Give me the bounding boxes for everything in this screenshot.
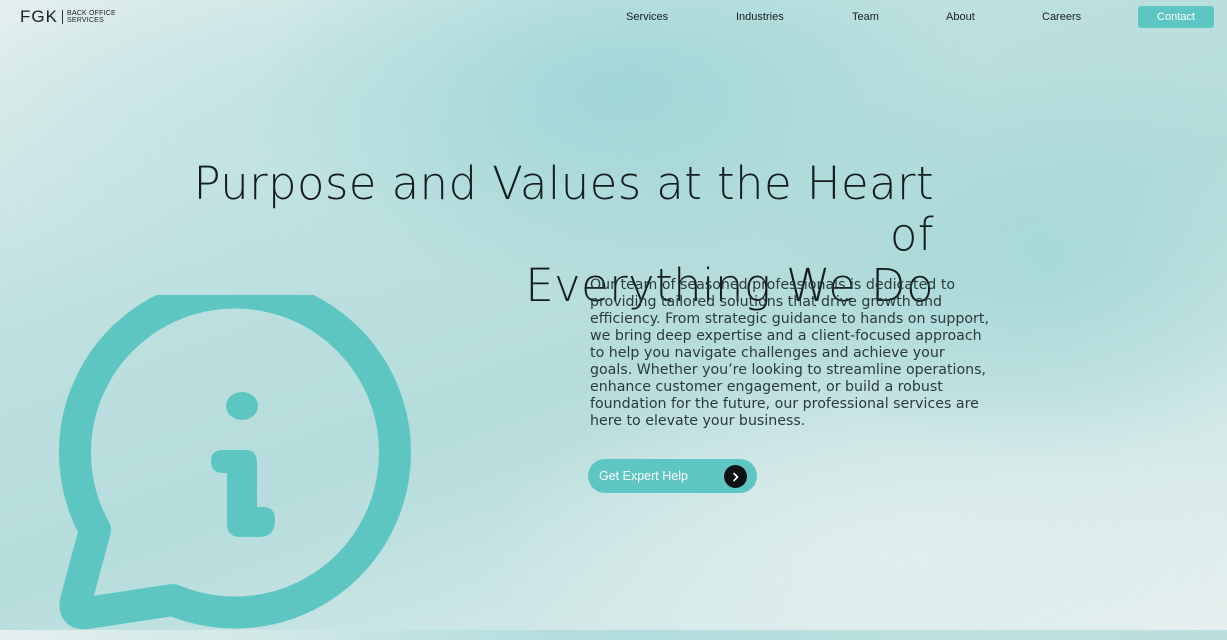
site-header: FGK BACK OFFICE SERVICES Services Indust… — [0, 0, 1227, 36]
nav-item-about[interactable]: About — [946, 11, 975, 23]
nav-item-careers[interactable]: Careers — [1042, 11, 1081, 23]
main-nav: Services Industries Team About Careers — [0, 11, 1227, 25]
nav-item-services[interactable]: Services — [626, 11, 668, 23]
get-expert-help-button[interactable]: Get Expert Help — [588, 459, 757, 493]
hero-description: Our team of seasoned professionals is de… — [590, 277, 989, 429]
info-speech-bubble-icon — [55, 276, 435, 635]
arrow-right-icon — [724, 465, 747, 488]
cta-label: Get Expert Help — [599, 469, 688, 483]
contact-button[interactable]: Contact — [1138, 6, 1214, 28]
nav-item-team[interactable]: Team — [852, 11, 879, 23]
page-title-line1: Purpose and Values at the Heart of — [193, 157, 934, 261]
nav-item-industries[interactable]: Industries — [736, 11, 784, 23]
